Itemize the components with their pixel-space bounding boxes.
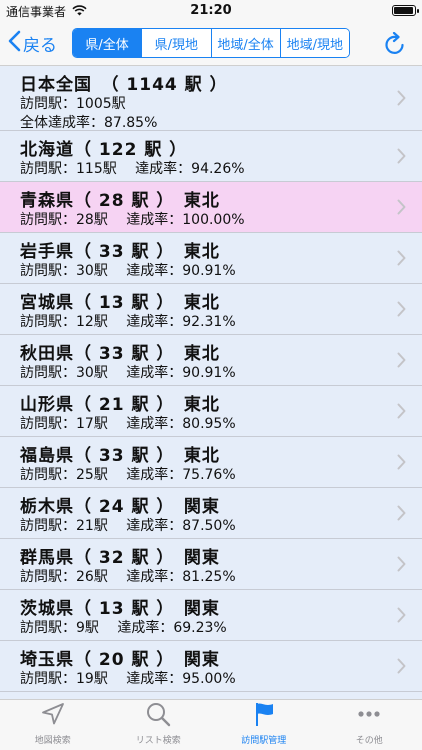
tab-map-search[interactable]: 地図検索 <box>0 700 106 750</box>
item-title: 茨城県（ 13 駅 ） 関東 <box>20 599 220 619</box>
tab-visited-stations[interactable]: 訪問駅管理 <box>211 700 317 750</box>
list-item[interactable]: 宮城県（ 13 駅 ） 東北 訪問駅：12駅 達成率：92.31% <box>0 284 422 335</box>
chevron-right-icon <box>397 352 406 372</box>
more-dots-icon <box>356 701 382 730</box>
battery-icon <box>392 5 419 16</box>
segment-region-all[interactable]: 地域/全体 <box>211 29 281 57</box>
list-item-completed[interactable]: 青森県（ 28 駅 ） 東北 訪問駅：28駅 達成率：100.00% <box>0 182 422 233</box>
item-stats: 訪問駅：9駅 達成率：69.23% <box>20 620 227 636</box>
chevron-right-icon <box>397 301 406 321</box>
back-label: 戻る <box>23 36 57 56</box>
tab-label: その他 <box>355 736 383 746</box>
list-item[interactable]: 栃木県（ 24 駅 ） 関東 訪問駅：21駅 達成率：87.50% <box>0 488 422 539</box>
item-visited: 訪問駅：1005駅 <box>20 96 126 112</box>
item-stats: 訪問駅：30駅 達成率：90.91% <box>20 365 236 381</box>
chevron-right-icon <box>397 250 406 270</box>
tab-list-search[interactable]: リスト検索 <box>106 700 212 750</box>
item-title: 北海道（ 122 駅 ） <box>20 140 188 160</box>
chevron-right-icon <box>397 454 406 474</box>
item-stats: 訪問駅：30駅 達成率：90.91% <box>20 263 236 279</box>
item-stats: 訪問駅：19駅 達成率：95.00% <box>20 671 236 687</box>
prefecture-stats-list: 日本全国 （ 1144 駅 ） 訪問駅：1005駅 全体達成率：87.85% 北… <box>0 66 422 699</box>
list-item[interactable]: 埼玉県（ 20 駅 ） 関東 訪問駅：19駅 達成率：95.00% <box>0 641 422 692</box>
tab-label: 訪問駅管理 <box>241 736 287 746</box>
list-item-nationwide[interactable]: 日本全国 （ 1144 駅 ） 訪問駅：1005駅 全体達成率：87.85% <box>0 66 422 131</box>
item-title: 岩手県（ 33 駅 ） 東北 <box>20 242 220 262</box>
chevron-right-icon <box>397 403 406 423</box>
tab-label: 地図検索 <box>34 736 71 746</box>
chevron-right-icon <box>397 607 406 627</box>
chevron-right-icon <box>397 199 406 219</box>
flag-icon <box>251 701 277 730</box>
status-time: 21:20 <box>190 3 232 18</box>
list-item[interactable]: 群馬県（ 32 駅 ） 関東 訪問駅：26駅 達成率：81.25% <box>0 539 422 590</box>
item-rate: 全体達成率：87.85% <box>20 115 158 131</box>
segment-prefecture-onsite[interactable]: 県/現地 <box>142 29 212 57</box>
status-bar: 通信事業者 21:20 <box>0 0 422 22</box>
item-stats: 訪問駅：28駅 達成率：100.00% <box>20 212 245 228</box>
item-title: 福島県（ 33 駅 ） 東北 <box>20 446 220 466</box>
item-title: 日本全国 （ 1144 駅 ） <box>20 75 228 95</box>
list-item[interactable]: 茨城県（ 13 駅 ） 関東 訪問駅：9駅 達成率：69.23% <box>0 590 422 641</box>
item-stats: 訪問駅：21駅 達成率：87.50% <box>20 518 236 534</box>
refresh-icon <box>384 31 406 60</box>
chevron-left-icon <box>8 30 21 57</box>
item-stats: 訪問駅：26駅 達成率：81.25% <box>20 569 236 585</box>
refresh-button[interactable] <box>384 31 406 60</box>
chevron-right-icon <box>397 505 406 525</box>
segment-prefecture-all[interactable]: 県/全体 <box>73 29 143 57</box>
item-stats: 訪問駅：12駅 達成率：92.31% <box>20 314 236 330</box>
navigation-bar: 戻る 県/全体 県/現地 地域/全体 地域/現地 <box>0 22 422 66</box>
list-item[interactable]: 山形県（ 21 駅 ） 東北 訪問駅：17駅 達成率：80.95% <box>0 386 422 437</box>
segment-region-onsite[interactable]: 地域/現地 <box>280 29 349 57</box>
chevron-right-icon <box>397 90 406 110</box>
item-stats: 訪問駅：115駅 達成率：94.26% <box>20 161 245 177</box>
list-item[interactable]: 北海道（ 122 駅 ） 訪問駅：115駅 達成率：94.26% <box>0 131 422 182</box>
tab-bar: 地図検索 リスト検索 訪問駅管理 その他 <box>0 699 422 750</box>
item-stats: 訪問駅：25駅 達成率：75.76% <box>20 467 236 483</box>
scope-segmented-control: 県/全体 県/現地 地域/全体 地域/現地 <box>72 28 350 58</box>
list-item[interactable]: 秋田県（ 33 駅 ） 東北 訪問駅：30駅 達成率：90.91% <box>0 335 422 386</box>
chevron-right-icon <box>397 148 406 168</box>
list-item[interactable]: 岩手県（ 33 駅 ） 東北 訪問駅：30駅 達成率：90.91% <box>0 233 422 284</box>
item-title: 埼玉県（ 20 駅 ） 関東 <box>20 650 220 670</box>
list-item[interactable]: 福島県（ 33 駅 ） 東北 訪問駅：25駅 達成率：75.76% <box>0 437 422 488</box>
tab-label: リスト検索 <box>135 736 181 746</box>
chevron-right-icon <box>397 658 406 678</box>
item-title: 山形県（ 21 駅 ） 東北 <box>20 395 220 415</box>
tab-more[interactable]: その他 <box>317 700 422 750</box>
location-arrow-icon <box>40 701 66 730</box>
item-title: 群馬県（ 32 駅 ） 関東 <box>20 548 220 568</box>
magnifier-icon <box>145 701 171 730</box>
item-title: 宮城県（ 13 駅 ） 東北 <box>20 293 220 313</box>
back-button[interactable]: 戻る <box>8 30 57 57</box>
item-title: 青森県（ 28 駅 ） 東北 <box>20 191 220 211</box>
item-stats: 訪問駅：17駅 達成率：80.95% <box>20 416 236 432</box>
chevron-right-icon <box>397 556 406 576</box>
item-title: 栃木県（ 24 駅 ） 関東 <box>20 497 220 517</box>
item-title: 秋田県（ 33 駅 ） 東北 <box>20 344 220 364</box>
